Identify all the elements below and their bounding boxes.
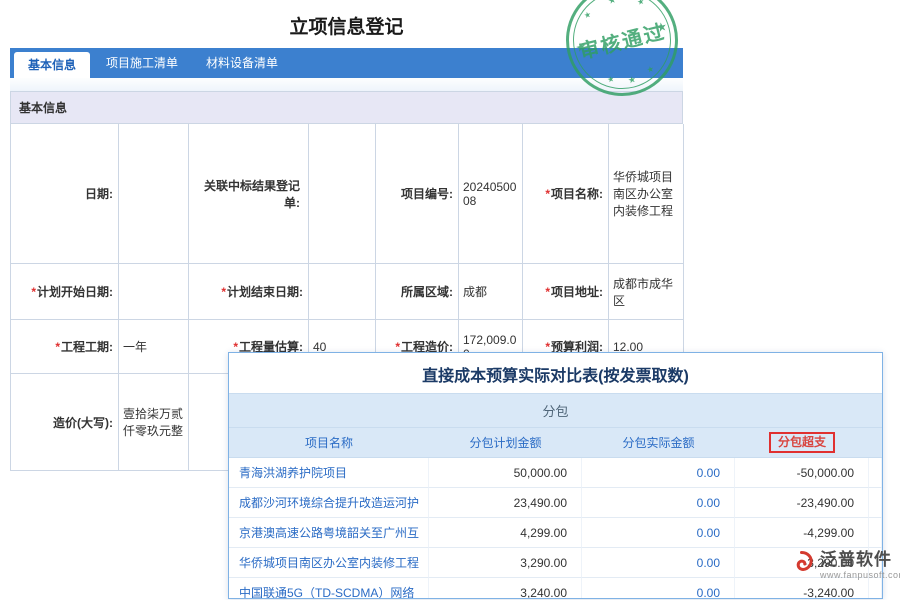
actual-amount-link[interactable]: 0.00	[582, 548, 735, 578]
column-header-overrun: 分包超支	[735, 428, 869, 458]
field-label-text: 关联中标结果登记单:	[197, 177, 300, 211]
brand-url: www.fanpusoft.com	[820, 570, 900, 580]
fanpusoft-watermark: 泛普软件 www.fanpusoft.com	[788, 545, 900, 580]
tab-strip	[10, 78, 683, 91]
project-link[interactable]: 华侨城项目南区办公室内装修工程	[229, 548, 429, 578]
field-date-label: 日期:	[11, 124, 119, 264]
required-asterisk: *	[221, 285, 226, 299]
project-link[interactable]: 京港澳高速公路粤境韶关至广州互	[229, 518, 429, 548]
field-plan-end-date-label: *计划结束日期:	[189, 264, 309, 320]
overrun-amount: -50,000.00	[735, 458, 869, 488]
page-title: 立项信息登记	[10, 0, 683, 48]
field-region-label: 所属区域:	[376, 264, 459, 320]
overrun-amount: -3,240.00	[735, 578, 869, 599]
tab-bar: 基本信息 项目施工清单 材料设备清单	[10, 48, 683, 78]
partial-cell	[869, 458, 882, 488]
project-link[interactable]: 青海洪湖养护院项目	[229, 458, 429, 488]
partial-cell	[869, 578, 882, 599]
actual-amount-link[interactable]: 0.00	[582, 518, 735, 548]
section-header-basic-info: 基本信息	[10, 91, 683, 124]
fanpusoft-logo-icon	[788, 549, 815, 576]
field-plan-end-date-value	[309, 264, 376, 320]
plan-amount: 4,299.00	[429, 518, 582, 548]
column-header-project-name: 项目名称	[229, 428, 429, 458]
field-label-text: 计划结束日期:	[227, 283, 303, 300]
field-region-value: 成都	[459, 264, 523, 320]
project-link[interactable]: 中国联通5G（TD-SCDMA）网络	[229, 578, 429, 599]
required-asterisk: *	[545, 187, 550, 201]
brand-name: 泛普软件	[820, 545, 900, 570]
actual-amount-link[interactable]: 0.00	[582, 488, 735, 518]
plan-amount: 23,490.00	[429, 488, 582, 518]
field-cost-in-words-label: 造价(大写):	[11, 374, 119, 471]
field-bid-result-label: 关联中标结果登记单:	[189, 124, 309, 264]
partial-cell	[869, 488, 882, 518]
partial-cell	[869, 518, 882, 548]
field-bid-result-value	[309, 124, 376, 264]
column-header-plan-amount: 分包计划金额	[429, 428, 582, 458]
field-date-value	[119, 124, 189, 264]
field-label-text: 所属区域:	[401, 283, 453, 300]
field-plan-start-date-label: *计划开始日期:	[11, 264, 119, 320]
comparison-title: 直接成本预算实际对比表(按发票取数)	[229, 353, 882, 393]
project-link[interactable]: 成都沙河环境综合提升改造运河护	[229, 488, 429, 518]
required-asterisk: *	[545, 285, 550, 299]
field-label-text: 工程工期:	[61, 338, 113, 355]
required-asterisk: *	[55, 340, 60, 354]
field-project-name-label: *项目名称:	[523, 124, 609, 264]
field-project-name-value: 华侨城项目南区办公室内装修工程	[609, 124, 684, 264]
field-plan-start-date-value	[119, 264, 189, 320]
actual-amount-link[interactable]: 0.00	[582, 458, 735, 488]
tab-construction-list[interactable]: 项目施工清单	[92, 48, 192, 78]
field-label-text: 项目地址:	[551, 283, 603, 300]
plan-amount: 3,290.00	[429, 548, 582, 578]
brand-text: 泛普软件 www.fanpusoft.com	[820, 545, 900, 580]
column-header-actual-amount: 分包实际金额	[582, 428, 735, 458]
field-project-duration-value: 一年	[119, 320, 189, 374]
field-label-text: 项目编号:	[401, 185, 453, 202]
field-project-address-value: 成都市成华区	[609, 264, 684, 320]
tab-material-equipment-list[interactable]: 材料设备清单	[192, 48, 292, 78]
tab-basic-info[interactable]: 基本信息	[14, 52, 90, 78]
field-label-text: 项目名称:	[551, 185, 603, 202]
cost-comparison-panel: 直接成本预算实际对比表(按发票取数) 分包 项目名称 分包计划金额 分包实际金额…	[228, 352, 883, 599]
field-label-text: 日期:	[85, 185, 113, 202]
column-header-partial	[869, 428, 882, 458]
comparison-table: 项目名称 分包计划金额 分包实际金额 分包超支 青海洪湖养护院项目 50,000…	[229, 428, 882, 599]
group-header-subcontract: 分包	[229, 393, 882, 428]
actual-amount-link[interactable]: 0.00	[582, 578, 735, 599]
field-project-address-label: *项目地址:	[523, 264, 609, 320]
field-project-number-label: 项目编号:	[376, 124, 459, 264]
field-project-duration-label: *工程工期:	[11, 320, 119, 374]
required-asterisk: *	[31, 285, 36, 299]
overrun-amount: -4,299.00	[735, 518, 869, 548]
highlight-box: 分包超支	[769, 432, 835, 453]
plan-amount: 3,240.00	[429, 578, 582, 599]
field-label-text: 计划开始日期:	[37, 283, 113, 300]
field-project-number-value: 2024050008	[459, 124, 523, 264]
field-label-text: 造价(大写):	[53, 414, 113, 431]
field-cost-in-words-value: 壹拾柒万贰仟零玖元整	[119, 374, 189, 471]
plan-amount: 50,000.00	[429, 458, 582, 488]
overrun-amount: -23,490.00	[735, 488, 869, 518]
